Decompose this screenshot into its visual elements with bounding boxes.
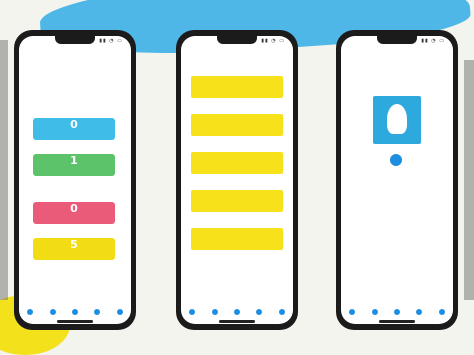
home-indicator xyxy=(219,320,255,323)
list-item[interactable] xyxy=(191,114,283,136)
stat-value: 0 xyxy=(70,202,78,215)
home-icon[interactable] xyxy=(189,309,196,315)
stat-value: 5 xyxy=(70,238,78,251)
stat-card-blue[interactable]: 0 xyxy=(33,118,115,140)
chart-icon[interactable] xyxy=(371,309,378,315)
list-item[interactable] xyxy=(191,152,283,174)
notch xyxy=(55,36,95,44)
list-item[interactable] xyxy=(191,228,283,250)
user-icon[interactable] xyxy=(393,309,400,315)
phone-list: ▮▮ ◔ ▭ xyxy=(176,30,298,330)
chart-icon[interactable] xyxy=(49,309,56,315)
notch xyxy=(377,36,417,44)
info-icon[interactable] xyxy=(278,309,285,315)
user-icon[interactable] xyxy=(233,309,240,315)
dashboard-screen: ▮▮ ◔ ▭ 0 1 0 5 xyxy=(19,36,131,324)
stat-card-yellow[interactable]: 5 xyxy=(33,238,115,260)
list-item[interactable] xyxy=(191,190,283,212)
notch xyxy=(217,36,257,44)
phone-dashboard: ▮▮ ◔ ▭ 0 1 0 5 xyxy=(14,30,136,330)
gear-icon[interactable] xyxy=(256,309,263,315)
status-icons: ▮▮ ◔ ▭ xyxy=(421,38,445,44)
background-edge-right xyxy=(464,60,474,300)
profile-badge[interactable] xyxy=(390,154,402,166)
home-icon[interactable] xyxy=(349,309,356,315)
stat-value: 0 xyxy=(70,118,78,131)
stat-value: 1 xyxy=(70,154,78,167)
gear-icon[interactable] xyxy=(416,309,423,315)
chart-icon[interactable] xyxy=(211,309,218,315)
tab-bar xyxy=(181,306,293,318)
user-icon[interactable] xyxy=(71,309,78,315)
status-icons: ▮▮ ◔ ▭ xyxy=(99,38,123,44)
tab-bar xyxy=(341,306,453,318)
phone-profile: ▮▮ ◔ ▭ xyxy=(336,30,458,330)
profile-screen: ▮▮ ◔ ▭ xyxy=(341,36,453,324)
list-screen: ▮▮ ◔ ▭ xyxy=(181,36,293,324)
gear-icon[interactable] xyxy=(94,309,101,315)
home-indicator xyxy=(379,320,415,323)
profile-image-figure xyxy=(387,104,407,134)
tab-bar xyxy=(19,306,131,318)
list-item[interactable] xyxy=(191,76,283,98)
profile-image xyxy=(373,96,421,144)
info-icon[interactable] xyxy=(116,309,123,315)
info-icon[interactable] xyxy=(438,309,445,315)
stat-card-green[interactable]: 1 xyxy=(33,154,115,176)
home-icon[interactable] xyxy=(27,309,34,315)
background-edge-left xyxy=(0,40,8,300)
status-icons: ▮▮ ◔ ▭ xyxy=(261,38,285,44)
home-indicator xyxy=(57,320,93,323)
stat-card-red[interactable]: 0 xyxy=(33,202,115,224)
